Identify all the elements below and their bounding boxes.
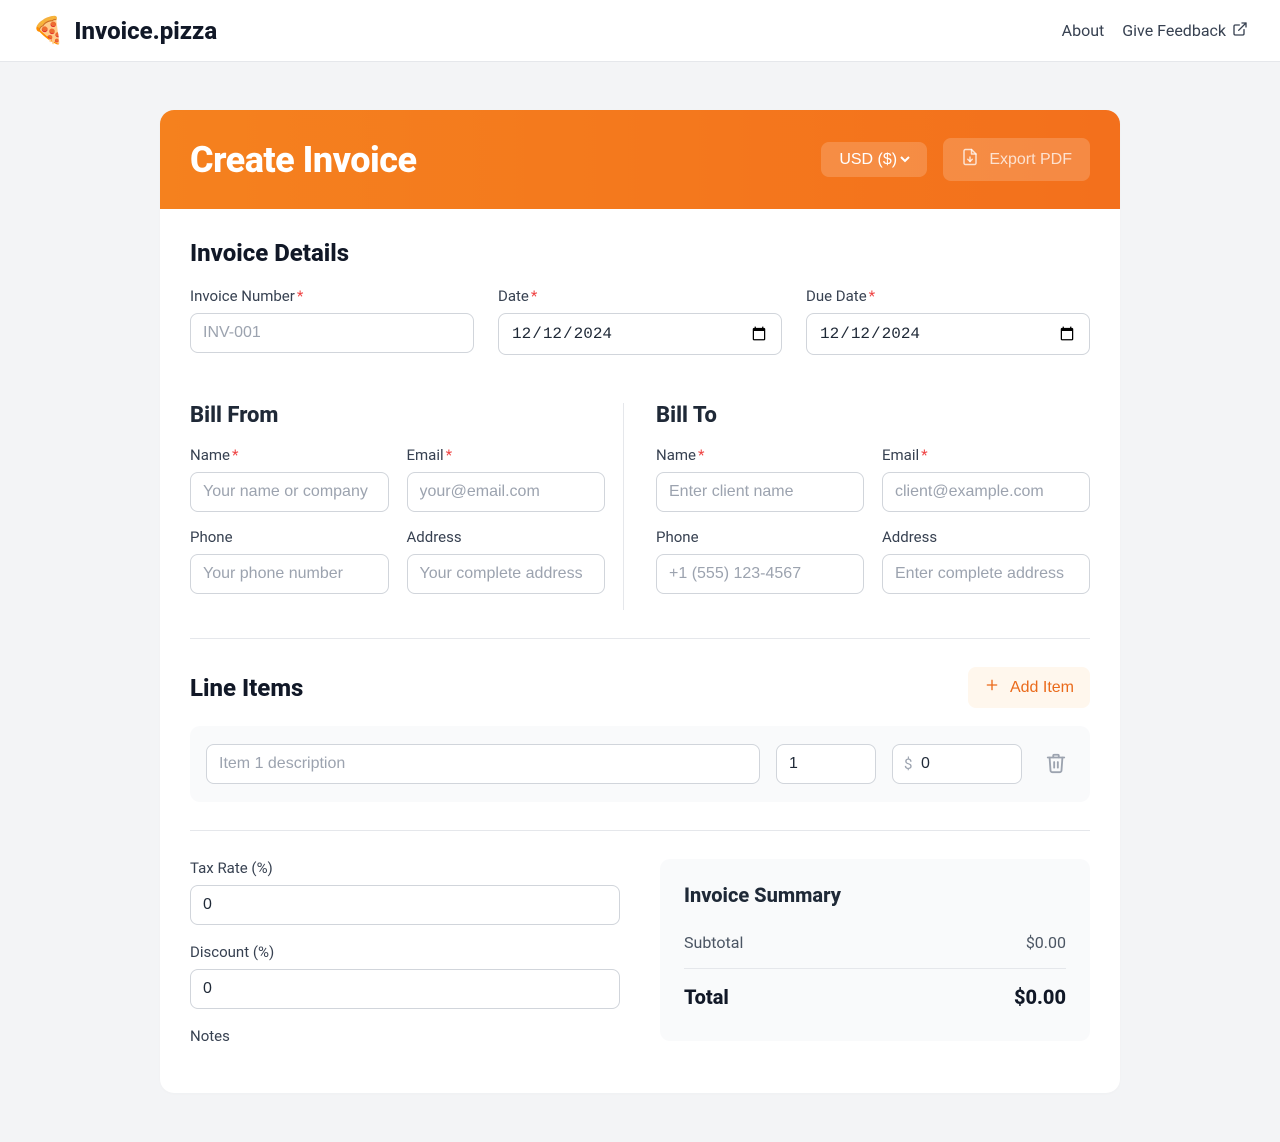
bill-from-name-input[interactable]: [190, 472, 389, 512]
date-input[interactable]: [498, 313, 782, 355]
summary-total-value: $0.00: [1014, 985, 1066, 1009]
required-asterisk: *: [446, 446, 452, 464]
summary-total-label: Total: [684, 985, 729, 1009]
invoice-number-input[interactable]: [190, 313, 474, 353]
bill-to-address-label: Address: [882, 528, 1090, 546]
file-export-icon: [961, 148, 979, 171]
bill-from-address-input[interactable]: [407, 554, 606, 594]
brand-name: Invoice.pizza: [74, 17, 217, 45]
date-label-text: Date: [498, 287, 529, 305]
line-items-header: Line Items Add Item: [190, 667, 1090, 708]
date-label: Date*: [498, 287, 782, 305]
notes-label: Notes: [190, 1027, 620, 1045]
top-nav: About Give Feedback: [1062, 21, 1248, 41]
required-asterisk: *: [232, 446, 238, 464]
bill-to-email-label: Email*: [882, 446, 1090, 464]
line-item-row: $: [190, 726, 1090, 802]
due-date-field: Due Date*: [806, 287, 1090, 355]
label-text: Email: [882, 446, 919, 464]
brand[interactable]: 🍕 Invoice.pizza: [32, 16, 217, 46]
currency-select-wrap[interactable]: USD ($): [821, 142, 927, 177]
section-title-line-items: Line Items: [190, 674, 303, 702]
label-text: Name: [656, 446, 696, 464]
bill-to-col: Bill To Name* Email*: [656, 403, 1090, 610]
line-item-price-wrap: $: [892, 744, 1022, 784]
bill-from-email-label: Email*: [407, 446, 606, 464]
bottom-grid: Tax Rate (%) Discount (%) Notes Invoice …: [190, 859, 1090, 1063]
due-date-label-text: Due Date: [806, 287, 867, 305]
bill-to-phone-input[interactable]: [656, 554, 864, 594]
bill-to-title: Bill To: [656, 403, 1090, 428]
discount-input[interactable]: [190, 969, 620, 1009]
currency-symbol: $: [904, 755, 912, 773]
plus-icon: [984, 677, 1000, 698]
summary-subtotal-value: $0.00: [1026, 933, 1066, 952]
nav-give-feedback[interactable]: Give Feedback: [1122, 21, 1248, 41]
due-date-label: Due Date*: [806, 287, 1090, 305]
required-asterisk: *: [297, 287, 303, 305]
currency-select[interactable]: USD ($): [835, 150, 913, 169]
nav-feedback-label: Give Feedback: [1122, 21, 1226, 40]
divider: [190, 638, 1090, 639]
adjustments-col: Tax Rate (%) Discount (%) Notes: [190, 859, 620, 1063]
add-item-label: Add Item: [1010, 679, 1074, 697]
required-asterisk: *: [698, 446, 704, 464]
summary-subtotal-label: Subtotal: [684, 933, 743, 952]
due-date-input[interactable]: [806, 313, 1090, 355]
header-actions: USD ($) Export PDF: [821, 138, 1090, 181]
bill-to-name-label: Name*: [656, 446, 864, 464]
date-field: Date*: [498, 287, 782, 355]
bill-from-address-label: Address: [407, 528, 606, 546]
section-title-details: Invoice Details: [190, 239, 1090, 267]
export-pdf-button[interactable]: Export PDF: [943, 138, 1090, 181]
add-item-button[interactable]: Add Item: [968, 667, 1090, 708]
card-header: Create Invoice USD ($) Export PDF: [160, 110, 1120, 209]
invoice-number-label-text: Invoice Number: [190, 287, 295, 305]
bill-to-address-input[interactable]: [882, 554, 1090, 594]
bill-from-phone-label: Phone: [190, 528, 389, 546]
export-pdf-label: Export PDF: [989, 151, 1072, 169]
bill-grid: Bill From Name* Email*: [190, 403, 1090, 610]
pizza-icon: 🍕: [32, 16, 64, 46]
details-row: Invoice Number* Date* Due Date*: [190, 287, 1090, 373]
bill-to-email-input[interactable]: [882, 472, 1090, 512]
label-text: Name: [190, 446, 230, 464]
external-link-icon: [1232, 21, 1248, 41]
line-item-qty-input[interactable]: [776, 744, 876, 784]
tax-rate-input[interactable]: [190, 885, 620, 925]
invoice-number-label: Invoice Number*: [190, 287, 474, 305]
invoice-summary: Invoice Summary Subtotal $0.00 Total $0.…: [660, 859, 1090, 1041]
summary-total-row: Total $0.00: [684, 968, 1066, 1017]
required-asterisk: *: [921, 446, 927, 464]
nav-about[interactable]: About: [1062, 21, 1105, 40]
bill-to-phone-label: Phone: [656, 528, 864, 546]
bill-from-phone-input[interactable]: [190, 554, 389, 594]
tax-rate-label: Tax Rate (%): [190, 859, 620, 877]
bill-from-email-input[interactable]: [407, 472, 606, 512]
discount-label: Discount (%): [190, 943, 620, 961]
line-item-description-input[interactable]: [206, 744, 760, 784]
invoice-card: Create Invoice USD ($) Export PDF Invoic…: [160, 110, 1120, 1093]
bill-from-title: Bill From: [190, 403, 605, 428]
page-title: Create Invoice: [190, 139, 417, 181]
divider: [190, 830, 1090, 831]
required-asterisk: *: [531, 287, 537, 305]
topbar: 🍕 Invoice.pizza About Give Feedback: [0, 0, 1280, 62]
label-text: Email: [407, 446, 444, 464]
bill-from-col: Bill From Name* Email*: [190, 403, 624, 610]
required-asterisk: *: [869, 287, 875, 305]
summary-title: Invoice Summary: [684, 883, 1066, 907]
delete-line-item-button[interactable]: [1038, 752, 1074, 777]
bill-to-name-input[interactable]: [656, 472, 864, 512]
summary-subtotal-row: Subtotal $0.00: [684, 925, 1066, 960]
bill-from-name-label: Name*: [190, 446, 389, 464]
trash-icon: [1045, 752, 1067, 777]
invoice-number-field: Invoice Number*: [190, 287, 474, 355]
card-body: Invoice Details Invoice Number* Date* Du…: [160, 209, 1120, 1093]
